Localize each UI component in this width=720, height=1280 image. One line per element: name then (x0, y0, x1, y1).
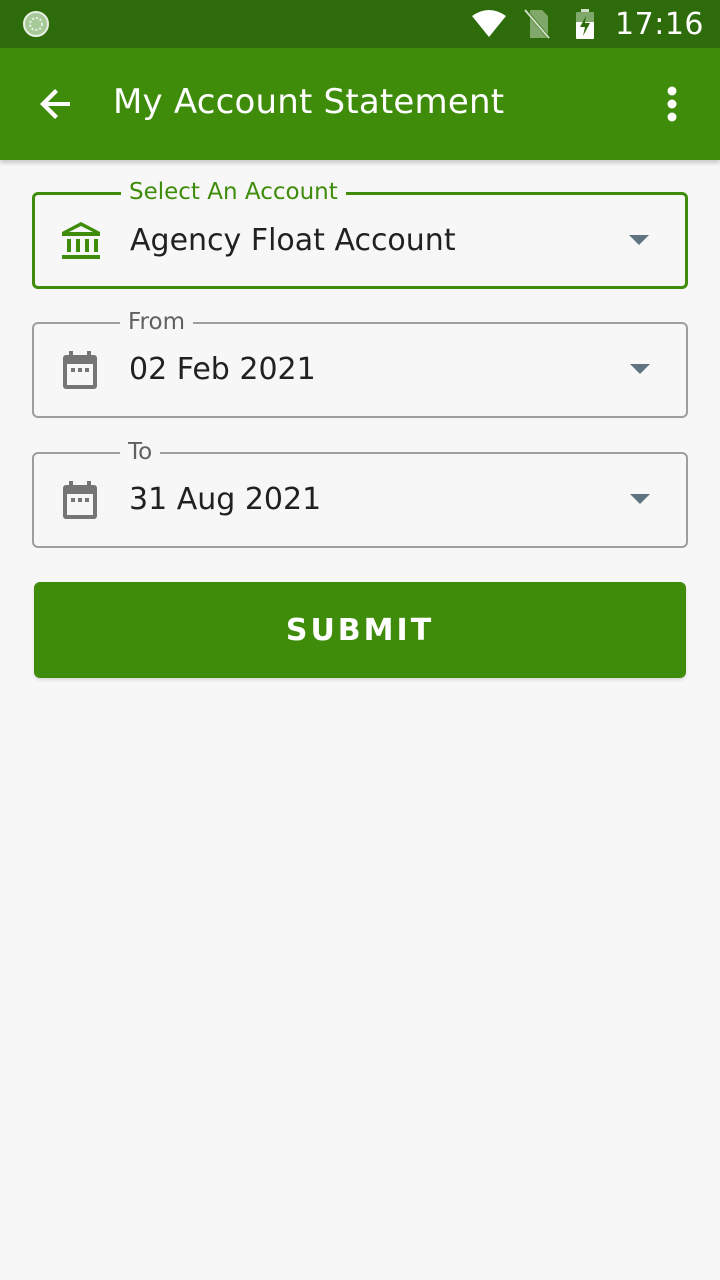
account-select-value: Agency Float Account (130, 223, 456, 258)
sync-icon (22, 10, 50, 38)
status-icons: 17:16 (471, 0, 704, 48)
calendar-icon (60, 350, 100, 390)
account-select-label: Select An Account (121, 178, 346, 206)
arrow-left-icon (40, 89, 70, 119)
battery-charging-icon (567, 8, 603, 40)
chevron-down-icon (630, 364, 650, 374)
chevron-down-icon (630, 494, 650, 504)
from-date-label: From (120, 308, 193, 336)
to-date-value: 31 Aug 2021 (129, 482, 322, 517)
from-date-field[interactable]: From 02 Feb 2021 (32, 308, 688, 418)
wifi-icon (471, 8, 507, 40)
bank-icon (61, 221, 101, 261)
to-date-label: To (120, 438, 161, 466)
back-button[interactable] (32, 76, 80, 132)
overflow-menu-button[interactable] (652, 76, 692, 132)
more-vert-icon (667, 86, 677, 122)
chevron-down-icon (629, 235, 649, 245)
status-bar: 17:16 (0, 0, 720, 48)
from-date-value: 02 Feb 2021 (129, 352, 316, 387)
no-sim-icon (519, 8, 555, 40)
calendar-icon (60, 480, 100, 520)
submit-button[interactable]: SUBMIT (34, 582, 686, 678)
account-select[interactable]: Select An Account Agency Float Account (32, 178, 688, 289)
status-time: 17:16 (615, 6, 704, 42)
to-date-field[interactable]: To 31 Aug 2021 (32, 438, 688, 548)
app-bar: My Account Statement (0, 48, 720, 160)
page-title: My Account Statement (113, 82, 505, 122)
